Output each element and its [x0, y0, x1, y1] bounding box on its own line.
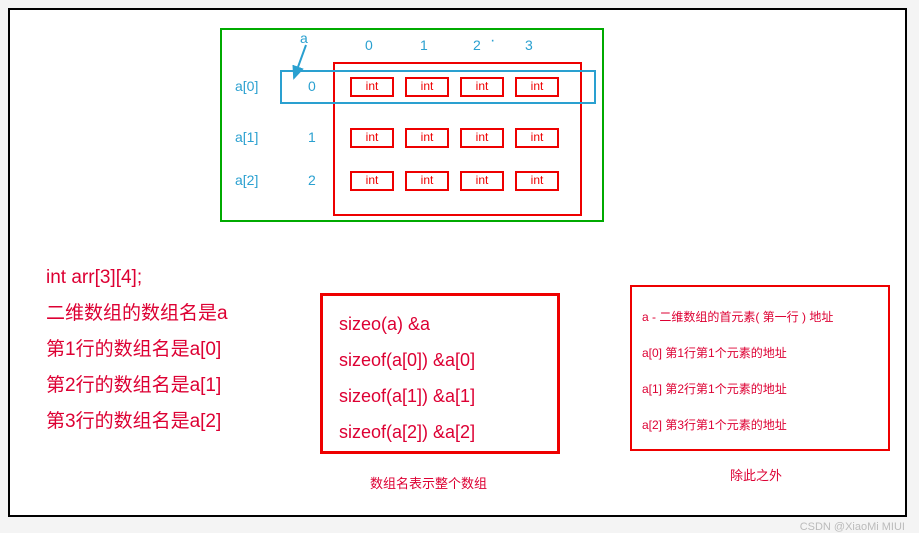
watermark: CSDN @XiaoMi MIUI [800, 521, 905, 533]
cell-2-0: int [350, 171, 394, 191]
address-box: a - 二维数组的首元素( 第一行 ) 地址 a[0] 第1行第1个元素的地址 … [630, 285, 890, 451]
cell-2-3: int [515, 171, 559, 191]
address-caption: 除此之外 [730, 465, 782, 484]
addr-line-3: a[1] 第2行第1个元素的地址 [642, 371, 878, 407]
cell-1-0: int [350, 128, 394, 148]
left-line-5: 第3行的数组名是a[2] [46, 404, 228, 440]
cell-0-2: int [460, 77, 504, 97]
col-header-3: 3 [525, 37, 533, 53]
row1-idx: 1 [308, 129, 316, 145]
addr-line-4: a[2] 第3行第1个元素的地址 [642, 407, 878, 443]
col-header-2: 2 [473, 37, 481, 53]
cell-0-3: int [515, 77, 559, 97]
cell-2-2: int [460, 171, 504, 191]
row0-idx: 0 [308, 78, 316, 94]
cell-0-0: int [350, 77, 394, 97]
cell-1-1: int [405, 128, 449, 148]
sizeof-line-4: sizeof(a[2]) &a[2] [339, 414, 541, 450]
cell-1-2: int [460, 128, 504, 148]
sizeof-line-2: sizeof(a[0]) &a[0] [339, 342, 541, 378]
outer-frame: a 0 1 2 · 3 a[0] 0 int int int int a[1] … [8, 8, 907, 517]
cell-2-1: int [405, 171, 449, 191]
row2-left: a[2] [235, 172, 258, 188]
sizeof-caption: 数组名表示整个数组 [370, 473, 487, 492]
left-line-3: 第1行的数组名是a[0] [46, 332, 228, 368]
row0-left: a[0] [235, 78, 258, 94]
addr-line-1: a - 二维数组的首元素( 第一行 ) 地址 [642, 299, 878, 335]
left-line-1: int arr[3][4]; [46, 260, 228, 296]
sizeof-box: sizeo(a) &a sizeof(a[0]) &a[0] sizeof(a[… [320, 293, 560, 454]
dim-dot: · [490, 32, 495, 50]
row1-left: a[1] [235, 129, 258, 145]
left-line-2: 二维数组的数组名是a [46, 296, 228, 332]
addr-line-2: a[0] 第1行第1个元素的地址 [642, 335, 878, 371]
col-header-0: 0 [365, 37, 373, 53]
left-line-4: 第2行的数组名是a[1] [46, 368, 228, 404]
sizeof-line-1: sizeo(a) &a [339, 306, 541, 342]
row2-idx: 2 [308, 172, 316, 188]
sizeof-line-3: sizeof(a[1]) &a[1] [339, 378, 541, 414]
cell-1-3: int [515, 128, 559, 148]
col-header-1: 1 [420, 37, 428, 53]
cell-0-1: int [405, 77, 449, 97]
left-text-block: int arr[3][4]; 二维数组的数组名是a 第1行的数组名是a[0] 第… [46, 260, 228, 440]
